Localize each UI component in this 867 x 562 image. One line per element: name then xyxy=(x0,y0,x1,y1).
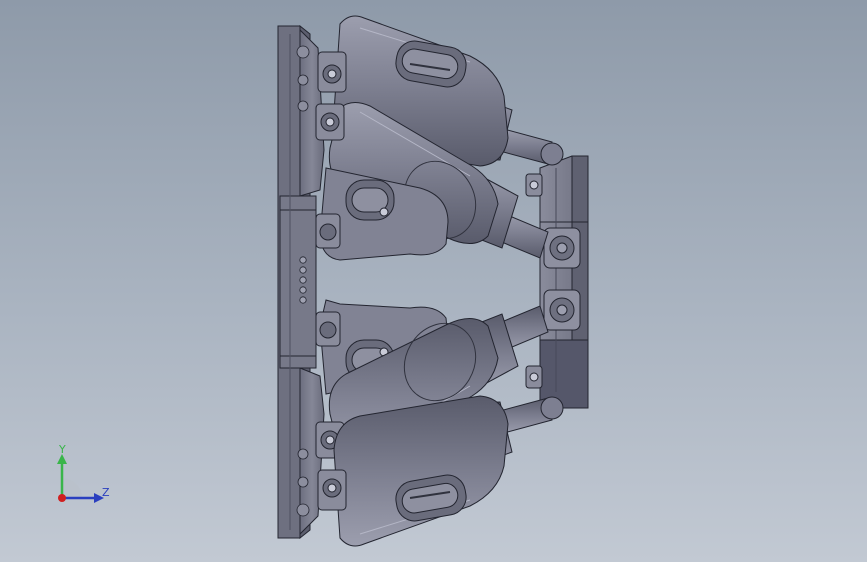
actuator-leg-6[interactable] xyxy=(317,395,564,547)
end-effector-block[interactable] xyxy=(539,155,589,409)
triad-z-label: Z xyxy=(102,486,110,499)
triad-y-label: Y xyxy=(59,443,66,456)
graphics-viewport[interactable]: Y Z xyxy=(0,0,867,562)
hexapod-robot-model[interactable] xyxy=(0,0,867,562)
orientation-triad: Y Z xyxy=(40,440,120,510)
triad-axes-icon xyxy=(57,454,104,503)
